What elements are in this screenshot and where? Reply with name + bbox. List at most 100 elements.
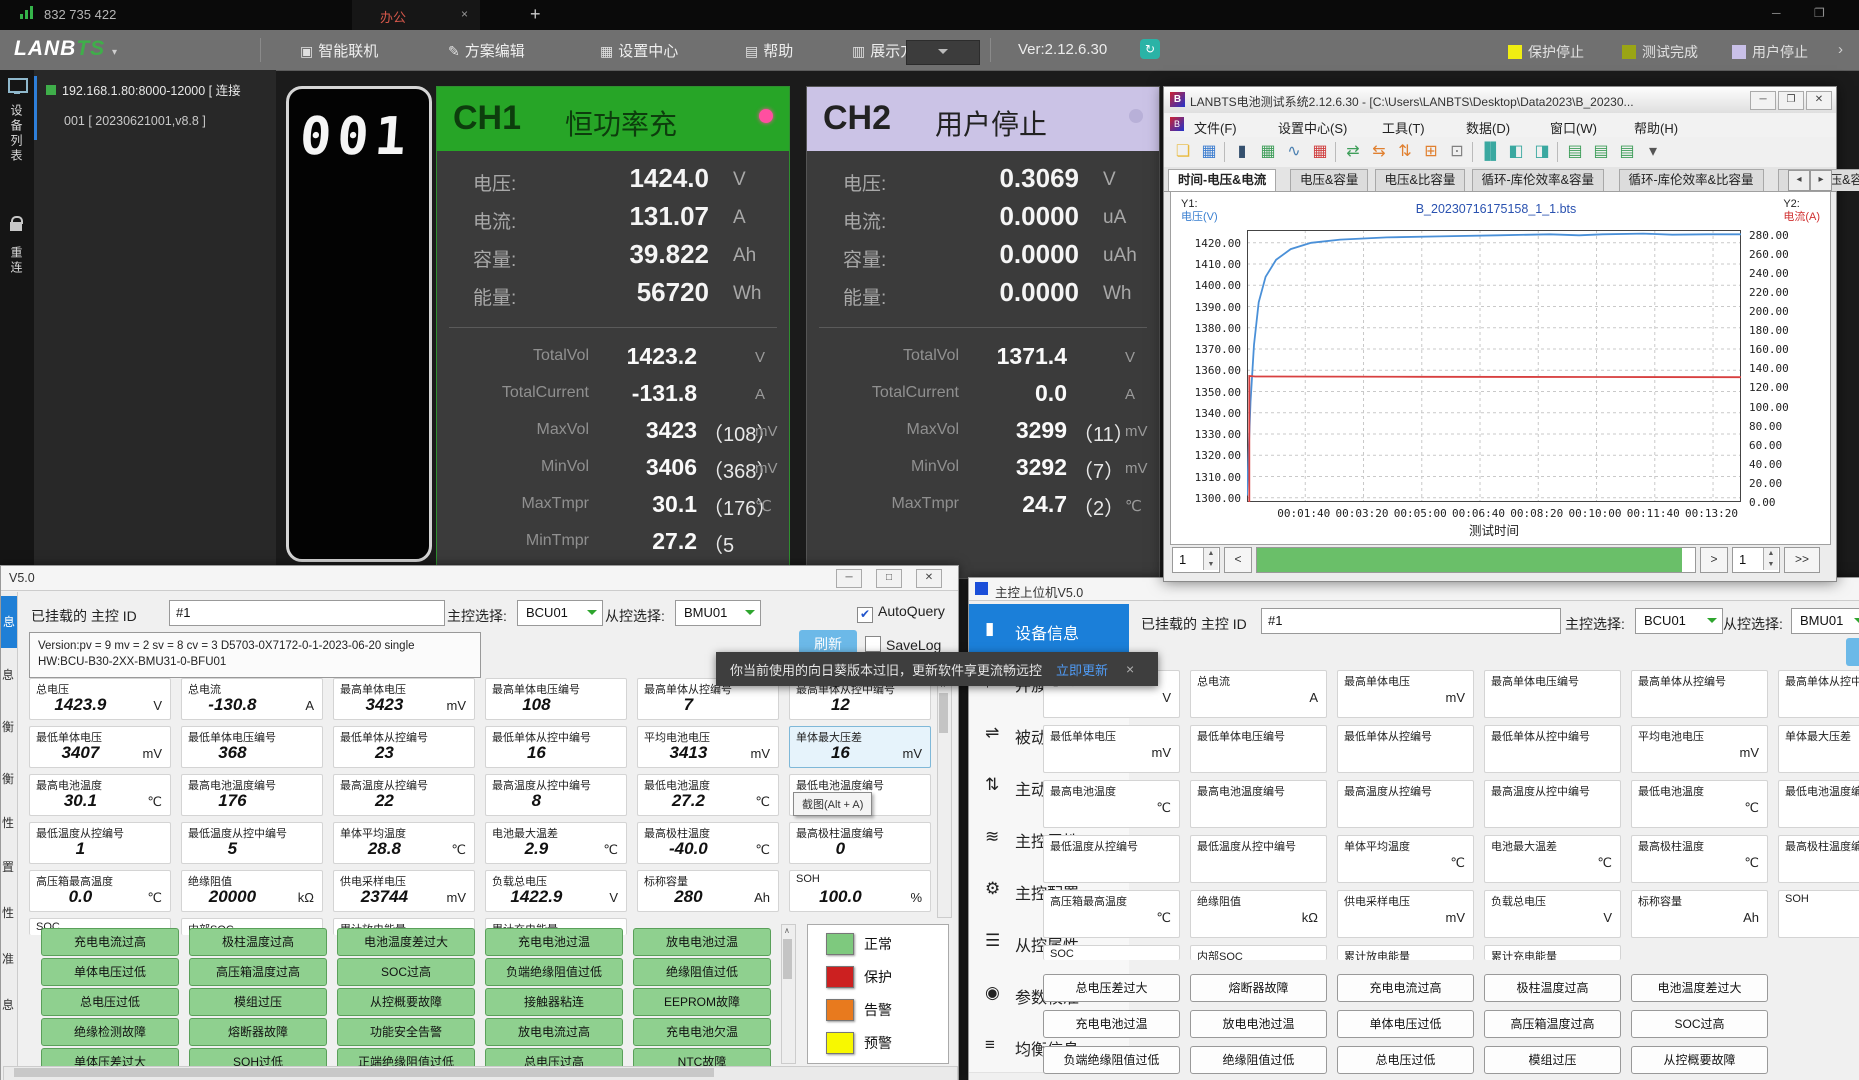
split-view-icon[interactable]: ▐▌: [1479, 141, 1501, 163]
alarm-button[interactable]: 极柱温度过高: [189, 928, 327, 956]
panel-right-icon[interactable]: ◨: [1531, 141, 1553, 163]
alarm-button[interactable]: 接触器粘连: [485, 988, 623, 1016]
menu-2[interactable]: 设置中心(S): [1278, 118, 1347, 137]
alarm-button[interactable]: 绝缘阻值过低: [633, 958, 771, 986]
alarm-button[interactable]: 充电电流过高: [1337, 974, 1474, 1002]
banner-close-icon[interactable]: ×: [1126, 661, 1134, 677]
alarm-button[interactable]: SOC过高: [1631, 1010, 1768, 1038]
slave-select[interactable]: BMU01: [1791, 608, 1859, 634]
alarm-button[interactable]: 充电电池欠温: [633, 1018, 771, 1046]
refresh-button-clipped[interactable]: [1846, 638, 1859, 666]
alarm-button[interactable]: 模组过压: [189, 988, 327, 1016]
toolbar-item-2[interactable]: ✎方案编辑: [448, 40, 525, 60]
save-icon[interactable]: ▦: [1198, 141, 1220, 163]
alarm-scrollbar[interactable]: ∧: [781, 924, 796, 1064]
slave-select[interactable]: BMU01: [675, 600, 761, 626]
chart-window-titlebar[interactable]: B LANBTS电池测试系统2.12.6.30 - [C:\Users\LANB…: [1164, 87, 1836, 114]
nav-strip-char[interactable]: 息: [2, 666, 14, 683]
curve-icon[interactable]: ∿: [1283, 141, 1305, 163]
alarm-button[interactable]: SOC过高: [337, 958, 475, 986]
device-node[interactable]: 001 [ 20230621001,v8.8 ]: [64, 114, 206, 128]
alarm-button[interactable]: 极柱温度过高: [1484, 974, 1621, 1002]
update-icon[interactable]: ↻: [1140, 39, 1160, 59]
toolbar-item-1[interactable]: ▣智能联机: [300, 40, 378, 60]
chart-tab-4[interactable]: 循环-库伦效率&容量: [1472, 169, 1605, 191]
stretch-y-icon[interactable]: ⇅: [1394, 141, 1416, 163]
legend-more-icon[interactable]: ›: [1838, 41, 1843, 58]
chart-tab-2[interactable]: 电压&容量: [1290, 169, 1368, 191]
alarm-button[interactable]: 充电电池过温: [485, 928, 623, 956]
toolbar-item-4[interactable]: ▤帮助: [745, 40, 793, 60]
menu-1[interactable]: 文件(F): [1194, 118, 1237, 137]
alarm-button[interactable]: 熔断器故障: [189, 1018, 327, 1046]
list-grid-icon[interactable]: ▤: [1564, 141, 1586, 163]
window-maximize-icon[interactable]: ❐: [1814, 6, 1825, 20]
open-file-icon[interactable]: ❏: [1172, 141, 1194, 163]
page-scrollbar[interactable]: [1256, 547, 1696, 573]
alarm-button[interactable]: 模组过压: [1484, 1046, 1621, 1074]
reconnect-label[interactable]: 重连: [8, 246, 25, 276]
device-icon[interactable]: ▮: [1231, 141, 1253, 163]
horizontal-scrollbar[interactable]: [3, 1066, 958, 1080]
savelog-checkbox[interactable]: SaveLog: [865, 636, 941, 653]
nav-strip-char[interactable]: 性: [2, 904, 14, 921]
menu-4[interactable]: 数据(D): [1466, 118, 1510, 137]
menu-6[interactable]: 帮助(H): [1634, 118, 1678, 137]
chart-close-icon[interactable]: ✕: [1806, 91, 1832, 110]
nav-strip-char[interactable]: 衡: [2, 718, 14, 735]
nav-strip-char[interactable]: 性: [2, 814, 14, 831]
chart-tab-5[interactable]: 循环-库伦效率&比容量: [1619, 169, 1764, 191]
nav-strip-char[interactable]: 衡: [2, 770, 14, 787]
tab-close-icon[interactable]: ×: [461, 7, 468, 21]
lw-close-icon[interactable]: ✕: [916, 569, 942, 588]
chart-restore-icon[interactable]: ❐: [1778, 91, 1804, 110]
nav-strip-char[interactable]: 准: [2, 950, 14, 967]
alarm-button[interactable]: 负端绝缘阻值过低: [1043, 1046, 1180, 1074]
tabs-scroll-right-icon[interactable]: ▸: [1810, 170, 1832, 191]
alarm-button[interactable]: 高压箱温度过高: [1484, 1010, 1621, 1038]
page-spinner-right[interactable]: 1▲▼: [1732, 547, 1780, 573]
export-table-icon[interactable]: ▦: [1257, 141, 1279, 163]
alarm-button[interactable]: 充电电池过温: [1043, 1010, 1180, 1038]
report-icon[interactable]: ▦: [1309, 141, 1331, 163]
server-node[interactable]: 192.168.1.80:8000-12000 [ 连接: [46, 80, 241, 99]
nav-strip-char[interactable]: 息: [2, 996, 14, 1013]
alarm-button[interactable]: 总电压差过大: [1043, 974, 1180, 1002]
alarm-button[interactable]: 电池温度差过大: [1631, 974, 1768, 1002]
banner-update-link[interactable]: 立即更新: [1056, 660, 1108, 679]
master-select[interactable]: BCU01: [1635, 608, 1723, 634]
page-spinner-left[interactable]: 1▲▼: [1172, 547, 1220, 573]
panel-left-icon[interactable]: ◧: [1505, 141, 1527, 163]
fit-icon[interactable]: ⊡: [1446, 141, 1468, 163]
alarm-button[interactable]: 充电电流过高: [41, 928, 179, 956]
collapse-panel-button[interactable]: [906, 40, 980, 65]
compress-x-icon[interactable]: ⇆: [1368, 141, 1390, 163]
alarm-button[interactable]: 总电压过低: [1337, 1046, 1474, 1074]
page-next-button[interactable]: >: [1700, 547, 1728, 573]
alarm-button[interactable]: 放电电池过温: [1190, 1010, 1327, 1038]
menu-3[interactable]: 工具(T): [1382, 118, 1425, 137]
monitor-icon[interactable]: [8, 78, 28, 93]
chart-tab-3[interactable]: 电压&比容量: [1375, 169, 1466, 191]
nav-strip-char-active[interactable]: 息: [1, 596, 17, 648]
alarm-button[interactable]: 电池温度差过大: [337, 928, 475, 956]
alarm-button[interactable]: 从控概要故障: [337, 988, 475, 1016]
alarm-button[interactable]: EEPROM故障: [633, 988, 771, 1016]
master-select[interactable]: BCU01: [517, 600, 603, 626]
lw-maximize-icon[interactable]: □: [876, 569, 902, 588]
alarm-button[interactable]: 高压箱温度过高: [189, 958, 327, 986]
alarm-button[interactable]: 单体电压过低: [1337, 1010, 1474, 1038]
stretch-x-icon[interactable]: ⇄: [1342, 141, 1364, 163]
left-window-titlebar[interactable]: V5.0 ─ □ ✕: [1, 566, 958, 591]
list-grid2-icon[interactable]: ▤: [1590, 141, 1612, 163]
remote-tab[interactable]: 办公 ×: [352, 0, 480, 30]
chart-minimize-icon[interactable]: ─: [1750, 91, 1776, 110]
alarm-button[interactable]: 放电电流过高: [485, 1018, 623, 1046]
nav-strip-char[interactable]: 置: [2, 858, 14, 875]
alarm-button[interactable]: 功能安全告警: [337, 1018, 475, 1046]
autoquery-checkbox[interactable]: ✔AutoQuery: [857, 603, 945, 623]
alarm-button[interactable]: 从控概要故障: [1631, 1046, 1768, 1074]
alarm-button[interactable]: 绝缘阻值过低: [1190, 1046, 1327, 1074]
expand-icon[interactable]: ⊞: [1420, 141, 1442, 163]
more-icon[interactable]: ▾: [1642, 141, 1664, 163]
